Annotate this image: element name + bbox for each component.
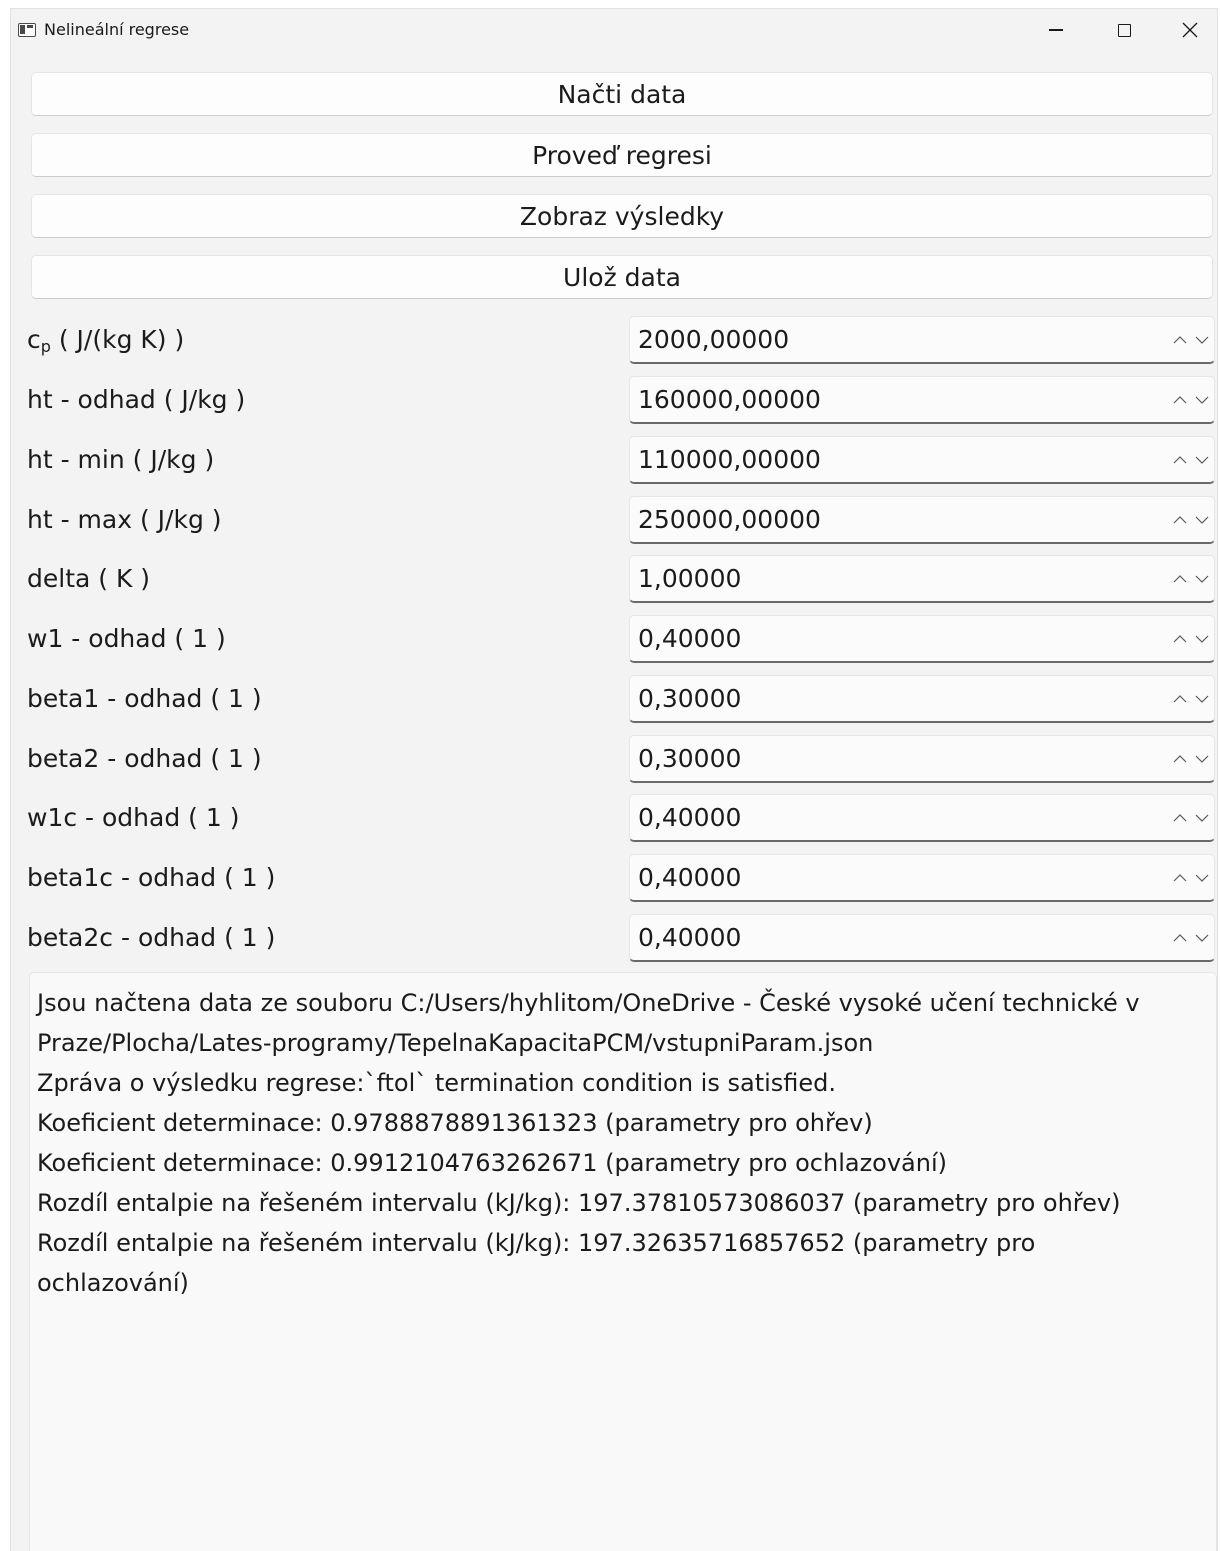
chevron-down-icon[interactable] [1192, 749, 1212, 769]
chevron-up-icon[interactable] [1170, 928, 1190, 948]
close-icon [1182, 22, 1198, 38]
chevron-down-icon[interactable] [1192, 928, 1212, 948]
chevron-up-icon[interactable] [1170, 330, 1190, 350]
param-label-unit: ( J/(kg K) ) [50, 325, 185, 354]
param-label: w1c - odhad ( 1 ) [27, 803, 240, 832]
minimize-button[interactable] [1023, 9, 1089, 51]
output-line: ochlazování) [37, 1269, 189, 1297]
param-spinbox[interactable]: 0,40000 [629, 854, 1215, 902]
output-line: Koeficient determinace: 0.99121047632626… [37, 1149, 948, 1177]
param-value[interactable]: 1,00000 [638, 556, 741, 602]
param-spinbox[interactable]: 160000,00000 [629, 376, 1215, 424]
param-row-beta1: beta1 - odhad ( 1 ) 0,30000 [11, 675, 1217, 723]
output-line: Rozdíl entalpie na řešeném intervalu (kJ… [37, 1189, 1121, 1217]
chevron-up-icon[interactable] [1170, 749, 1190, 769]
load-data-button[interactable]: Načti data [31, 72, 1213, 116]
app-icon [18, 23, 36, 37]
param-label: cp ( J/(kg K) ) [27, 316, 184, 364]
app-window: Nelineální regrese Načti data Proveď reg… [10, 8, 1218, 1551]
chevron-up-icon[interactable] [1170, 629, 1190, 649]
chevron-up-icon[interactable] [1170, 510, 1190, 530]
param-label: w1 - odhad ( 1 ) [27, 624, 226, 653]
chevron-up-icon[interactable] [1170, 450, 1190, 470]
close-button[interactable] [1157, 9, 1217, 51]
param-row-ht-min: ht - min ( J/kg ) 110000,00000 [11, 436, 1217, 484]
param-label: beta1c - odhad ( 1 ) [27, 863, 276, 892]
param-spinbox[interactable]: 0,40000 [629, 615, 1215, 663]
param-value[interactable]: 110000,00000 [638, 437, 821, 483]
chevron-up-icon[interactable] [1170, 390, 1190, 410]
param-label: beta2c - odhad ( 1 ) [27, 923, 276, 952]
show-results-button[interactable]: Zobraz výsledky [31, 194, 1213, 238]
param-label-main: c [27, 325, 41, 354]
param-value[interactable]: 0,30000 [638, 736, 741, 782]
param-spinbox[interactable]: 0,30000 [629, 675, 1215, 723]
param-value[interactable]: 0,40000 [638, 795, 741, 841]
param-label: delta ( K ) [27, 564, 151, 593]
chevron-down-icon[interactable] [1192, 689, 1212, 709]
param-value[interactable]: 0,40000 [638, 616, 741, 662]
output-line: Jsou načtena data ze souboru C:/Users/hy… [37, 989, 1140, 1017]
param-spinbox[interactable]: 0,40000 [629, 914, 1215, 962]
param-spinbox[interactable]: 2000,00000 [629, 316, 1215, 364]
param-row-ht-odhad: ht - odhad ( J/kg ) 160000,00000 [11, 376, 1217, 424]
maximize-icon [1117, 23, 1131, 37]
chevron-down-icon[interactable] [1192, 390, 1212, 410]
param-spinbox[interactable]: 0,30000 [629, 735, 1215, 783]
param-value[interactable]: 0,40000 [638, 855, 741, 901]
param-value[interactable]: 160000,00000 [638, 377, 821, 423]
param-row-ht-max: ht - max ( J/kg ) 250000,00000 [11, 496, 1217, 544]
param-value[interactable]: 250000,00000 [638, 497, 821, 543]
chevron-up-icon[interactable] [1170, 689, 1190, 709]
chevron-down-icon[interactable] [1192, 629, 1212, 649]
results-output[interactable]: Jsou načtena data ze souboru C:/Users/hy… [29, 972, 1217, 1551]
param-spinbox[interactable]: 110000,00000 [629, 436, 1215, 484]
param-spinbox[interactable]: 250000,00000 [629, 496, 1215, 544]
param-label: ht - min ( J/kg ) [27, 445, 215, 474]
chevron-up-icon[interactable] [1170, 569, 1190, 589]
param-label: ht - max ( J/kg ) [27, 505, 222, 534]
param-value[interactable]: 2000,00000 [638, 317, 789, 363]
param-row-w1: w1 - odhad ( 1 ) 0,40000 [11, 615, 1217, 663]
chevron-down-icon[interactable] [1192, 510, 1212, 530]
output-line: Rozdíl entalpie na řešeném intervalu (kJ… [37, 1229, 1036, 1257]
param-spinbox[interactable]: 1,00000 [629, 555, 1215, 603]
chevron-down-icon[interactable] [1192, 330, 1212, 350]
title-bar[interactable]: Nelineální regrese [11, 9, 1217, 53]
save-data-button[interactable]: Ulož data [31, 255, 1213, 299]
param-row-beta2c: beta2c - odhad ( 1 ) 0,40000 [11, 914, 1217, 962]
output-line: Koeficient determinace: 0.97888788913613… [37, 1109, 873, 1137]
param-row-beta1c: beta1c - odhad ( 1 ) 0,40000 [11, 854, 1217, 902]
param-label: beta2 - odhad ( 1 ) [27, 744, 262, 773]
chevron-up-icon[interactable] [1170, 808, 1190, 828]
window-title: Nelineální regrese [44, 20, 190, 39]
param-label-subscript: p [40, 337, 51, 356]
param-row-cp: cp ( J/(kg K) ) 2000,00000 [11, 316, 1217, 364]
param-row-delta: delta ( K ) 1,00000 [11, 555, 1217, 603]
chevron-up-icon[interactable] [1170, 868, 1190, 888]
param-label: beta1 - odhad ( 1 ) [27, 684, 262, 713]
output-line: Praze/Plocha/Lates-programy/TepelnaKapac… [37, 1029, 874, 1057]
param-value[interactable]: 0,40000 [638, 915, 741, 961]
param-row-beta2: beta2 - odhad ( 1 ) 0,30000 [11, 735, 1217, 783]
chevron-down-icon[interactable] [1192, 868, 1212, 888]
run-regression-button[interactable]: Proveď regresi [31, 133, 1213, 177]
param-spinbox[interactable]: 0,40000 [629, 794, 1215, 842]
chevron-down-icon[interactable] [1192, 450, 1212, 470]
chevron-down-icon[interactable] [1192, 569, 1212, 589]
minimize-icon [1049, 29, 1063, 31]
param-value[interactable]: 0,30000 [638, 676, 741, 722]
param-label: ht - odhad ( J/kg ) [27, 385, 246, 414]
output-line: Zpráva o výsledku regrese:`ftol` termina… [37, 1069, 837, 1097]
param-row-w1c: w1c - odhad ( 1 ) 0,40000 [11, 794, 1217, 842]
chevron-down-icon[interactable] [1192, 808, 1212, 828]
maximize-button[interactable] [1091, 9, 1157, 51]
